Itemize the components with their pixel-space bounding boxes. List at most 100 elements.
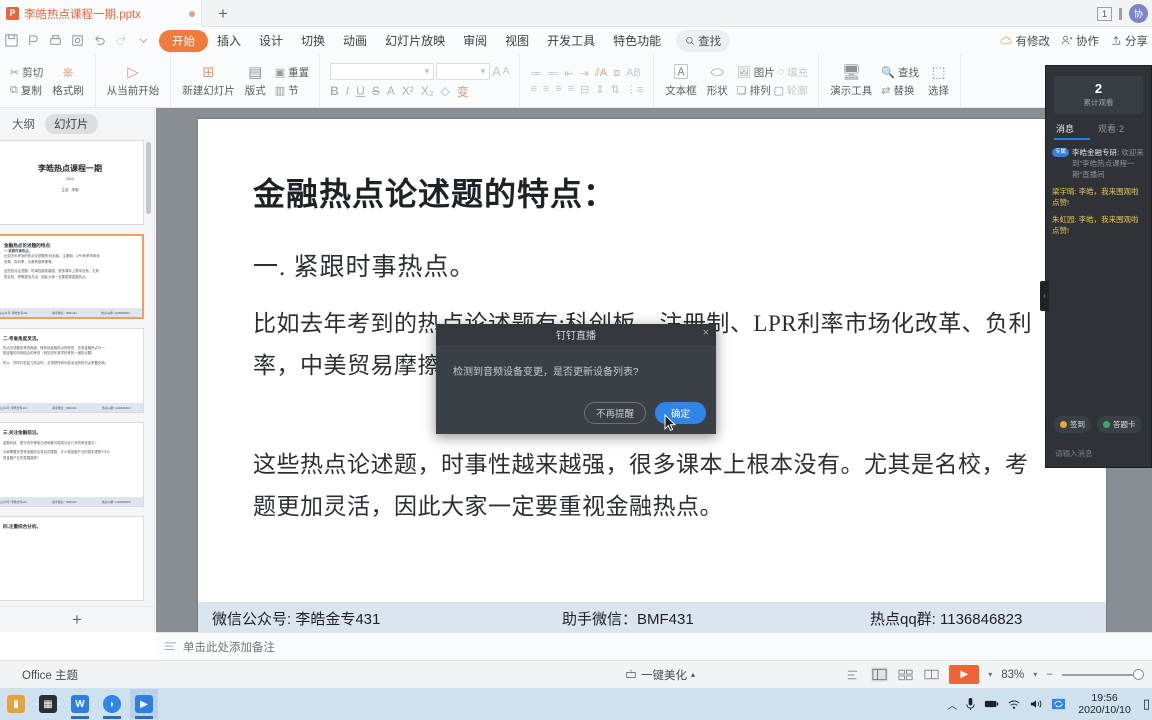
arrange-button[interactable]: ❏ 排列 ▢ 轮廓 <box>737 83 809 98</box>
theme-label[interactable]: Office 主题 <box>22 667 78 683</box>
superscript-button[interactable]: X² <box>402 84 414 98</box>
wifi-icon[interactable] <box>1007 698 1021 710</box>
decrease-font-size-button[interactable]: A <box>503 66 510 77</box>
slide-thumbnail-3[interactable]: 二.考查角度灵活。 热点论述题的考查角度，既有纯金融热点的考查，也有金融热点与一… <box>0 328 144 413</box>
ribbon-tab-insert[interactable]: 插入 <box>208 30 250 51</box>
window-split-icon[interactable] <box>1119 7 1122 20</box>
copy-button[interactable]: ⧉ 复制 <box>10 83 43 98</box>
subscript-button[interactable]: X₂ <box>421 84 434 98</box>
ribbon-tab-features[interactable]: 特色功能 <box>604 30 670 51</box>
reset-button[interactable]: ▣ 重置 <box>275 65 309 80</box>
ribbon-replace-button[interactable]: ⇄ 替换 <box>881 83 919 98</box>
ribbon-tab-slideshow[interactable]: 幻灯片放映 <box>376 30 454 51</box>
search-document-icon[interactable] <box>70 33 85 48</box>
slide-title[interactable]: 金融热点论述题的特点： <box>253 169 616 215</box>
paragraph-spacing-button[interactable]: ⇅ <box>611 83 620 96</box>
font-family-input[interactable]: ▾ <box>330 62 435 80</box>
ribbon-tab-transition[interactable]: 切换 <box>292 30 334 51</box>
decrease-indent-button[interactable]: ⇤ <box>564 67 573 80</box>
save-icon[interactable] <box>4 33 19 48</box>
zoom-slider-knob[interactable] <box>1133 668 1144 680</box>
share-button[interactable]: 分享 <box>1110 33 1148 49</box>
line-spacing-button[interactable]: ⇕ <box>595 83 604 96</box>
section-button[interactable]: ▥ 节 <box>275 83 309 98</box>
new-tab-button[interactable]: + <box>206 3 240 25</box>
slide-thumbnail-2[interactable]: 金融热点论述题的特点: 一.紧跟时事热点。 比如去年考到的热点论述题有:科创板、… <box>0 234 144 319</box>
sync-tray-icon[interactable] <box>1051 697 1066 711</box>
reading-view-icon[interactable] <box>923 667 940 682</box>
one-click-beautify-button[interactable]: 一键美化 ▴ <box>625 667 695 683</box>
slideshow-caret-icon[interactable]: ▾ <box>988 670 992 679</box>
slide-paragraph-2[interactable]: 这些热点论述题，时事性越来越强，很多课本上根本没有。尤其是名校，考题更加灵活，因… <box>253 444 1043 528</box>
ribbon-find-button[interactable]: 🔍 查找 <box>881 65 919 80</box>
redo-icon[interactable] <box>114 33 129 48</box>
battery-icon[interactable] <box>984 698 999 710</box>
taskbar-dingtalk-icon[interactable]: ◗ <box>98 689 126 719</box>
layout-button[interactable]: ▤ 版式 <box>240 64 271 98</box>
presentation-tool-button[interactable]: 🖥 演示工具 <box>825 64 877 98</box>
collaborate-button[interactable]: 协作 <box>1061 33 1099 49</box>
microphone-icon[interactable] <box>965 697 976 711</box>
zoom-caret-icon[interactable]: ▾ <box>1033 670 1037 679</box>
ribbon-tab-review[interactable]: 审阅 <box>454 30 496 51</box>
tab-outline[interactable]: 大纲 <box>8 114 39 134</box>
ribbon-tab-view[interactable]: 视图 <box>496 30 538 51</box>
bullet-list-button[interactable]: ≔ <box>530 67 541 80</box>
undo-icon[interactable] <box>92 33 107 48</box>
ribbon-tab-design[interactable]: 设计 <box>250 30 292 51</box>
close-icon[interactable]: × <box>703 327 709 339</box>
text-effect-icon[interactable]: 变 <box>457 83 469 100</box>
window-count-badge[interactable]: 1 <box>1097 6 1112 21</box>
taskbar-clock[interactable]: 19:56 2020/10/10 <box>1074 692 1135 716</box>
distribute-button[interactable]: ⊟ <box>580 83 589 96</box>
align-center-button[interactable]: ≡ <box>543 83 549 95</box>
add-slide-button[interactable]: + <box>0 606 154 632</box>
panel-collapse-button[interactable]: ‹ <box>1040 281 1049 311</box>
strikethrough-button[interactable]: S <box>372 84 380 98</box>
textbox-button[interactable]: 🄰 文本框 <box>660 64 702 98</box>
increase-font-size-button[interactable]: A <box>492 64 501 79</box>
sync-status-button[interactable]: 有修改 <box>1000 33 1050 49</box>
zoom-level-label[interactable]: 83% <box>1001 669 1024 681</box>
slide-sorter-icon[interactable] <box>897 667 914 682</box>
slide-heading[interactable]: 一. 紧跟时事热点。 <box>253 247 476 283</box>
ribbon-tab-animation[interactable]: 动画 <box>334 30 376 51</box>
font-size-input[interactable]: ▾ <box>436 62 491 80</box>
align-right-button[interactable]: ≡ <box>555 83 561 95</box>
increase-indent-button[interactable]: ⇥ <box>580 67 589 80</box>
text-direction-button[interactable]: ⫽A <box>595 67 607 80</box>
chat-input[interactable]: 请输入消息 <box>1046 448 1151 459</box>
bold-button[interactable]: B <box>330 84 339 98</box>
ribbon-tab-start[interactable]: 开始 <box>159 29 208 52</box>
text-shadow-button[interactable]: A <box>387 84 395 98</box>
start-from-current-button[interactable]: ▷ 从当前开始 <box>102 64 165 98</box>
tab-slides[interactable]: 幻灯片 <box>45 114 98 134</box>
taskbar-wpp-icon[interactable]: ▶ <box>130 689 158 719</box>
underline-button[interactable]: U <box>356 84 365 98</box>
taskbar-explorer-icon[interactable]: ▮ <box>2 689 30 719</box>
slide-thumbnail-4[interactable]: 三.关注金融前沿。 金融科技、数字货币等前沿领域都可能成为近几年的考查重点? 大… <box>0 422 144 507</box>
shape-button[interactable]: ⬭ 形状 <box>702 64 733 98</box>
notification-center-icon[interactable]: ▯ <box>1143 696 1150 712</box>
clear-format-button[interactable]: ◇ <box>441 84 450 98</box>
check-in-button[interactable]: 签到 <box>1054 416 1091 433</box>
find-button[interactable]: 查找 <box>676 29 731 52</box>
volume-icon[interactable] <box>1029 698 1043 710</box>
start-slideshow-button[interactable]: ▶ <box>949 665 980 684</box>
tray-expand-icon[interactable]: ︿ <box>947 697 957 712</box>
outline-view-icon[interactable] <box>845 667 862 682</box>
notes-bar[interactable]: 单击此处添加备注 <box>156 632 1152 660</box>
smart-list-button[interactable]: ⋮≡ <box>626 83 643 96</box>
zoom-slider[interactable] <box>1062 668 1144 680</box>
new-slide-button[interactable]: ⊞ 新建幻灯片 <box>177 64 240 98</box>
picture-button[interactable]: 🖼 图片 ◌ 填充 <box>737 65 809 80</box>
zoom-out-button[interactable]: − <box>1046 669 1053 681</box>
print-preview-icon[interactable] <box>26 33 41 48</box>
avatar[interactable]: 协 <box>1129 4 1148 23</box>
columns-button[interactable]: AB <box>626 67 641 79</box>
taskbar-wps-icon[interactable]: W <box>66 689 94 719</box>
slide-thumbnail-5[interactable]: 四.注重综合分析。 <box>0 516 144 601</box>
tab-viewers[interactable]: 观看·2 <box>1098 122 1124 135</box>
slide-thumbnail-1[interactable]: 李皓热点课程一期 （431） 主讲：李皓 <box>0 140 144 225</box>
format-painter-button[interactable]: ⎈ 格式刷 <box>47 64 89 98</box>
